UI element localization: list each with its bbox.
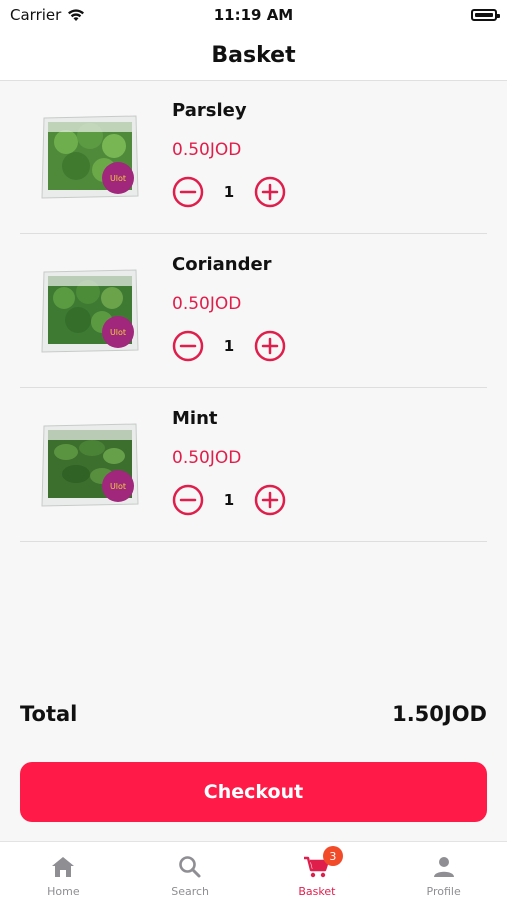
tab-basket-label: Basket	[298, 885, 336, 898]
basket-item-mint: Ulot Mint 0.50JOD 1	[20, 388, 487, 542]
checkout-button[interactable]: Checkout	[20, 762, 487, 822]
item-name: Coriander	[172, 254, 272, 275]
quantity-stepper: 1	[172, 484, 286, 516]
plus-button[interactable]	[254, 330, 286, 362]
tab-search-label: Search	[171, 885, 210, 898]
quantity-value: 1	[223, 337, 235, 355]
item-price: 0.50JOD	[172, 140, 242, 160]
plus-button[interactable]	[254, 176, 286, 208]
page-title: Basket	[211, 42, 296, 68]
wifi-icon	[68, 8, 85, 21]
tab-profile-label: Profile	[426, 885, 461, 898]
quantity-stepper: 1	[172, 330, 286, 362]
item-name: Parsley	[172, 100, 247, 121]
status-bar: Carrier 11:19 AM	[0, 0, 507, 30]
minus-button[interactable]	[172, 330, 204, 362]
carrier-label: Carrier	[10, 6, 62, 24]
total-row: Total 1.50JOD	[20, 702, 487, 726]
item-name: Mint	[172, 408, 218, 429]
cart-badge: 3	[322, 846, 343, 866]
home-icon	[52, 857, 75, 877]
tab-home-label: Home	[47, 885, 80, 898]
tab-basket[interactable]: 3 Basket	[254, 842, 381, 901]
product-image-parsley: Ulot	[41, 115, 139, 199]
item-price: 0.50JOD	[172, 294, 242, 314]
basket-item-coriander: Ulot Coriander 0.50JOD 1	[20, 234, 487, 388]
basket-item-parsley: Ulot Parsley 0.50JOD 1	[20, 80, 487, 234]
search-icon	[179, 856, 201, 878]
nav-bar: Basket	[0, 30, 507, 81]
product-image-mint: Ulot	[41, 423, 139, 507]
tab-profile[interactable]: Profile	[380, 842, 507, 901]
minus-button[interactable]	[172, 176, 204, 208]
plus-button[interactable]	[254, 484, 286, 516]
svg-text:Ulot: Ulot	[110, 482, 126, 491]
quantity-stepper: 1	[172, 176, 286, 208]
tab-home[interactable]: Home	[0, 842, 127, 901]
svg-text:Ulot: Ulot	[110, 328, 126, 337]
quantity-value: 1	[223, 183, 235, 201]
carrier-signal: Carrier	[10, 6, 85, 24]
battery-icon	[471, 9, 500, 21]
minus-button[interactable]	[172, 484, 204, 516]
profile-icon	[433, 857, 454, 877]
tab-bar: Home Search 3 Basket Profile	[0, 841, 507, 901]
item-price: 0.50JOD	[172, 448, 242, 468]
svg-text:Ulot: Ulot	[110, 174, 126, 183]
product-image-coriander: Ulot	[41, 269, 139, 353]
basket-list: Ulot Parsley 0.50JOD 1 Ulot Coriander 0.…	[20, 80, 487, 542]
total-value: 1.50JOD	[392, 702, 487, 726]
total-label: Total	[20, 702, 78, 726]
quantity-value: 1	[223, 491, 235, 509]
tab-search[interactable]: Search	[127, 842, 254, 901]
